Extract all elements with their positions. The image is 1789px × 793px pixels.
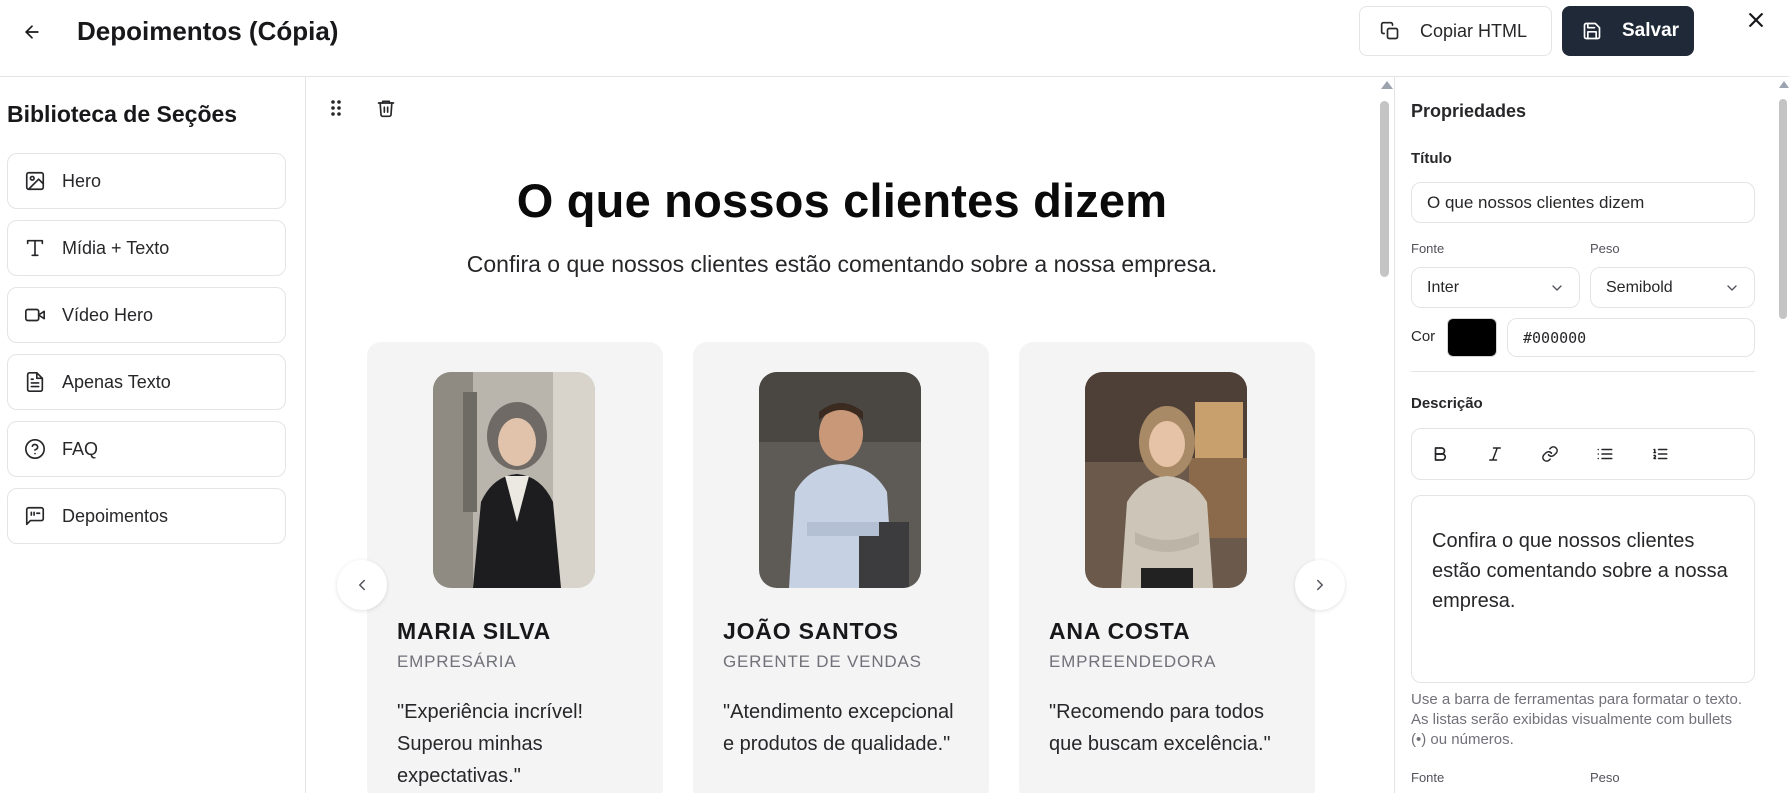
italic-button[interactable] (1477, 437, 1512, 472)
bold-icon (1434, 447, 1446, 461)
color-hex-input[interactable]: #000000 (1507, 318, 1755, 357)
weight-label: Peso (1590, 241, 1620, 256)
sidebar-item-testimonials[interactable]: Depoimentos (7, 488, 286, 544)
color-label: Cor (1411, 328, 1436, 345)
testimonial-quote: "Atendimento excepcional e produtos de q… (723, 701, 954, 755)
chevron-down-icon (1727, 284, 1737, 291)
chevron-down-icon (1552, 284, 1562, 291)
properties-scrollbar[interactable] (1776, 77, 1789, 793)
title-input[interactable]: O que nossos clientes dizem (1411, 182, 1755, 223)
testimonial-photo (759, 372, 921, 588)
bullet-list-button[interactable] (1587, 437, 1622, 472)
divider (1411, 371, 1755, 372)
scroll-thumb[interactable] (1380, 101, 1389, 277)
close-icon (1749, 13, 1763, 27)
color-swatch[interactable] (1447, 318, 1497, 357)
close-button[interactable] (1740, 4, 1772, 36)
font-label-2: Fonte (1411, 770, 1445, 785)
help-circle-icon (25, 439, 45, 459)
testimonial-name: MARIA SILVA (397, 618, 552, 644)
sidebar-item-hero[interactable]: Hero (7, 153, 286, 209)
weight-label-2: Peso (1590, 770, 1620, 785)
link-icon (1541, 446, 1558, 462)
testimonial-name: ANA COSTA (1049, 618, 1191, 644)
sidebar-item-label: Apenas Texto (62, 371, 171, 392)
testimonial-photo (433, 372, 595, 588)
toolbar-hint: Use a barra de ferramentas para formatar… (1411, 691, 1742, 748)
canvas-scrollbar[interactable] (1378, 77, 1393, 793)
description-editor[interactable]: Confira o que nossos clientes estão come… (1411, 495, 1755, 683)
testimonial-card[interactable]: MARIA SILVA EMPRESÁRIA "Experiência incr… (367, 342, 663, 793)
sidebar-item-faq[interactable]: FAQ (7, 421, 286, 477)
link-button[interactable] (1532, 437, 1567, 472)
top-bar: Depoimentos (Cópia) Copiar HTML Salvar (0, 0, 1789, 77)
image-icon (25, 171, 45, 191)
list-ordered-icon (1652, 448, 1667, 460)
rich-text-toolbar (1411, 428, 1755, 480)
arrow-left-icon (25, 25, 39, 39)
editor-canvas: O que nossos clientes dizem Confira o qu… (307, 77, 1377, 793)
delete-section-button[interactable] (371, 93, 401, 123)
save-icon (1583, 22, 1601, 40)
weight-select-value: Semibold (1606, 278, 1673, 296)
sidebar-item-label: Depoimentos (62, 505, 169, 526)
message-quote-icon (25, 506, 45, 526)
carousel-prev-button[interactable] (337, 560, 387, 610)
testimonial-role: EMPREENDEDORA (1049, 652, 1217, 671)
color-hex-value: #000000 (1523, 328, 1587, 347)
back-button[interactable] (14, 14, 50, 50)
properties-title: Propriedades (1411, 101, 1527, 121)
text-type-icon (26, 239, 44, 257)
testimonial-role: GERENTE DE VENDAS (723, 652, 922, 671)
sidebar-item-media-text[interactable]: Mídia + Texto (7, 220, 286, 276)
sidebar-item-label: FAQ (62, 438, 99, 459)
font-select[interactable]: Inter (1411, 267, 1580, 308)
grip-vertical-icon (331, 100, 341, 116)
drag-handle[interactable] (321, 93, 351, 123)
testimonial-quote: "Experiência incrível! Superou minhas ex… (397, 701, 584, 787)
section-library-sidebar: Biblioteca de Seções Hero Mídia + Texto … (0, 77, 306, 793)
ordered-list-button[interactable] (1642, 437, 1677, 472)
trash-icon (377, 100, 395, 118)
title-input-value: O que nossos clientes dizem (1427, 192, 1645, 212)
scroll-thumb[interactable] (1779, 99, 1787, 319)
scroll-up-arrow[interactable] (1381, 81, 1393, 89)
testimonial-card[interactable]: JOÃO SANTOS GERENTE DE VENDAS "Atendimen… (693, 342, 989, 793)
sidebar-item-video-hero[interactable]: Vídeo Hero (7, 287, 286, 343)
save-label: Salvar (1622, 20, 1680, 41)
copy-icon (1380, 21, 1399, 40)
sidebar-item-label: Vídeo Hero (62, 304, 154, 325)
sidebar-item-text-only[interactable]: Apenas Texto (7, 354, 286, 410)
font-label: Fonte (1411, 241, 1445, 256)
copy-html-button[interactable]: Copiar HTML (1359, 6, 1552, 56)
sidebar-item-label: Mídia + Texto (62, 237, 170, 258)
chevron-right-icon (1317, 579, 1323, 591)
properties-panel: Propriedades Título O que nossos cliente… (1394, 77, 1789, 793)
scroll-up-arrow[interactable] (1779, 81, 1789, 88)
testimonial-role: EMPRESÁRIA (397, 652, 517, 671)
bold-button[interactable] (1422, 437, 1457, 472)
section-description[interactable]: Confira o que nossos clientes estão come… (307, 251, 1377, 278)
video-icon (25, 308, 45, 322)
chevron-left-icon (359, 579, 365, 591)
file-text-icon (26, 372, 44, 392)
copy-html-label: Copiar HTML (1420, 20, 1528, 41)
section-title[interactable]: O que nossos clientes dizem (307, 173, 1377, 228)
weight-select[interactable]: Semibold (1590, 267, 1755, 308)
description-label: Descrição (1411, 395, 1483, 412)
title-label: Título (1411, 150, 1452, 167)
italic-icon (1488, 447, 1501, 461)
carousel-next-button[interactable] (1295, 560, 1345, 610)
save-button[interactable]: Salvar (1562, 6, 1694, 56)
list-icon (1597, 448, 1612, 460)
testimonial-name: JOÃO SANTOS (723, 618, 899, 644)
testimonial-quote: "Recomendo para todos que buscam excelên… (1049, 701, 1271, 755)
testimonial-photo (1085, 372, 1247, 588)
font-select-value: Inter (1427, 278, 1460, 296)
sidebar-item-label: Hero (62, 170, 102, 191)
sidebar-title: Biblioteca de Seções (7, 101, 238, 127)
testimonial-card[interactable]: ANA COSTA EMPREENDEDORA "Recomendo para … (1019, 342, 1315, 793)
page-title: Depoimentos (Cópia) (77, 16, 339, 46)
